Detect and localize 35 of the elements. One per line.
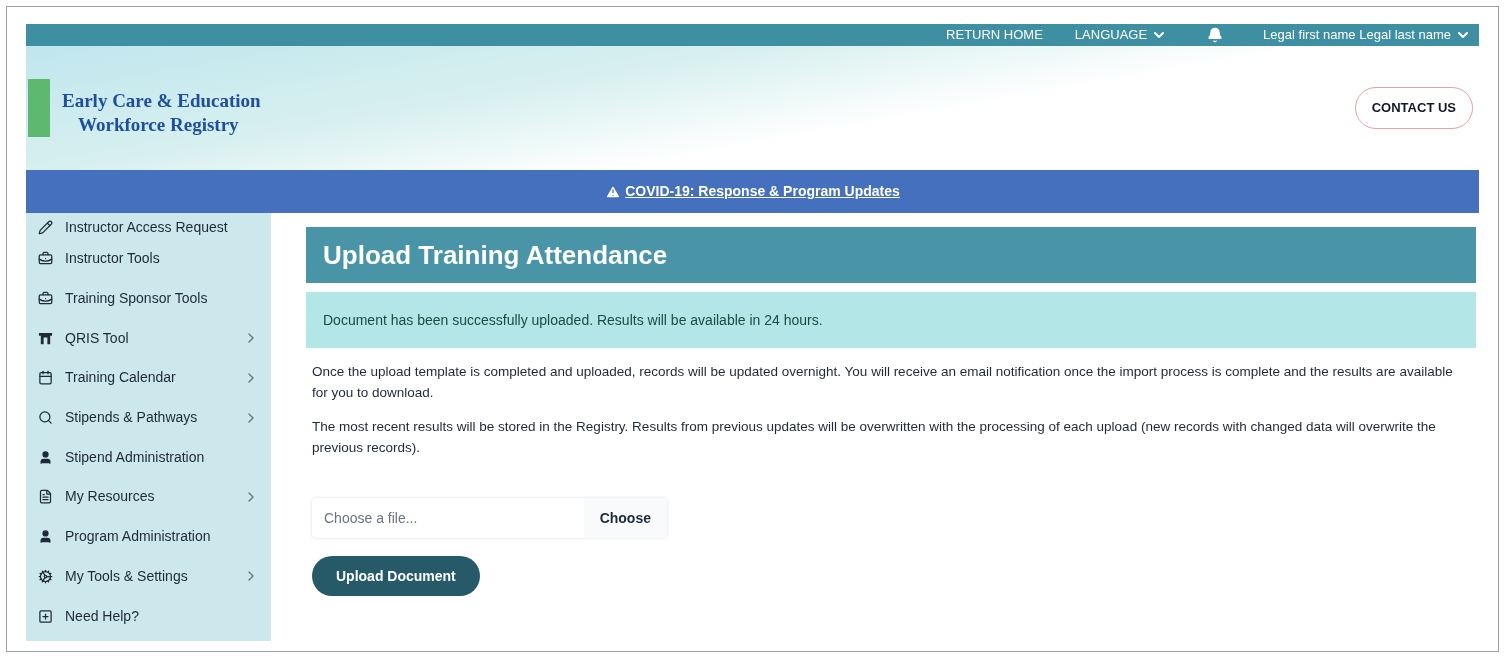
user-menu[interactable]: Legal first name Legal last name [1263,25,1471,45]
pencil-icon [38,219,53,235]
user-icon [38,449,53,465]
contact-button[interactable]: CONTACT US [1354,87,1473,129]
success-alert: Document has been successfully uploaded. Results will be available in 24 hours. [306,292,1476,348]
sidebar-item[interactable]: Stipends & Pathways [26,397,271,438]
paragraph: The most recent results will be stored in the Registry. Results from previous updates will be overwritten with the processing of each upload (new records with changed data will overwrite the previous records). [311,418,1437,457]
sidebar-item[interactable]: My Tools & Settings [26,556,271,597]
sidebar-item[interactable]: My Resources [26,477,271,517]
file-name-field[interactable]: Choose a file... [312,498,584,538]
warning-icon [605,183,622,200]
sidebar-item[interactable]: QRIS Tool [26,318,271,359]
calendar-icon [38,370,53,386]
sidebar-item[interactable]: Need Help? [26,596,271,636]
file-icon [38,489,53,505]
sidebar-item[interactable]: Stipend Administration [26,437,271,478]
user-icon [38,529,53,545]
file-input[interactable]: Choose a file... Choose [312,498,667,538]
bell-icon[interactable] [1207,27,1224,43]
archway-icon [38,330,53,346]
logo[interactable]: Early Care & Education Workforce Registry [28,79,261,137]
nav-link[interactable]: RETURN HOME [946,25,1043,45]
nav-link[interactable]: LANGUAGE [1074,25,1168,45]
sidebar-item[interactable]: Instructor Tools [26,239,271,279]
paragraph: Once the upload template is completed and uploaded, records will be updated overnight. You will receive an email notification once the import process is complete and the results are available for you to download. [311,363,1454,402]
covid-link[interactable]: COVID-19: Response & Program Updates [625,181,900,202]
sidebar-item[interactable]: Training Calendar [26,358,271,398]
choose-button[interactable]: Choose [583,498,667,538]
sidebar-item[interactable]: Program Administration [26,516,271,557]
plus-square-icon [38,608,53,624]
upload-button[interactable]: Upload Document [312,556,480,596]
page-title: Upload Training Attendance [306,227,1476,283]
sidebar-item[interactable]: Training Sponsor Tools [26,278,271,319]
search-icon [38,410,53,426]
sidebar-item[interactable]: Instructor Access Request [26,215,271,239]
